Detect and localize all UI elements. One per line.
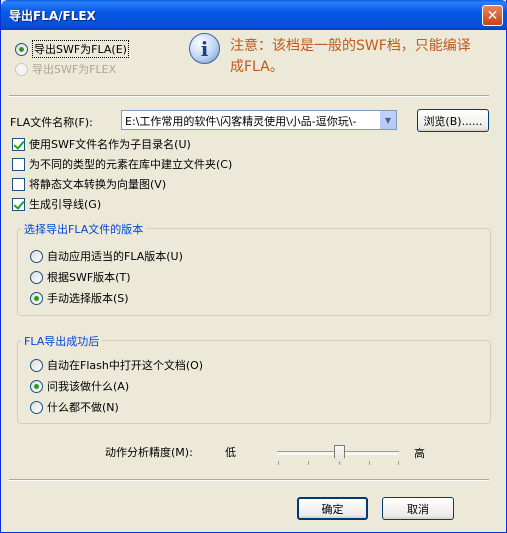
radio-version-swf-control[interactable] [30,270,43,284]
checkbox-library-folders-label: 为不同的类型的元素在库中建立文件夹(C) [29,158,233,171]
file-name-label: FLA文件名称(F): [10,116,93,129]
info-note-line2: 成FLA。 [230,59,284,75]
radio-version-swf[interactable]: 根据SWF版本(T) [30,269,131,285]
export-dialog: 导出FLA/FLEX ✕ 导出SWF为FLA(E) 导出SWF为FLEX i 注… [0,0,507,533]
radio-after-open-flash-label: 自动在Flash中打开这个文档(O) [47,359,204,372]
checkbox-guide-lines-label: 生成引导线(G) [29,198,102,211]
radio-export-flex-control [15,62,28,76]
checkbox-static-text-vector-label: 将静态文本转换为向量图(V) [29,178,167,191]
radio-export-flex-label: 导出SWF为FLEX [32,63,117,76]
cancel-button[interactable]: 取消 [382,497,454,520]
slider-tick [398,461,399,465]
slider-tick [308,461,309,465]
radio-version-auto[interactable]: 自动应用适当的FLA版本(U) [30,248,183,264]
file-name-value: E:\工作常用的软件\闪客精灵使用\小品-逗你玩\- [125,115,357,128]
combobox-dropdown-button[interactable]: ▼ [379,111,396,129]
info-note-line1: 注意：该档是一般的SWF档，只能编译 [230,38,471,54]
slider-tick [278,461,279,465]
checkbox-static-text-vector-box[interactable] [12,177,25,191]
close-icon: ✕ [486,7,499,24]
separator-bottom [9,479,489,481]
checkbox-guide-lines-box[interactable] [12,197,25,211]
info-note: 注意：该档是一般的SWF档，只能编译 成FLA。 [230,36,471,78]
browse-button-label: 浏览(B)...... [423,114,483,128]
radio-version-swf-label: 根据SWF版本(T) [47,271,131,284]
title-bar[interactable]: 导出FLA/FLEX ✕ [1,0,507,30]
separator-top [9,95,489,97]
radio-export-fla-label: 导出SWF为FLA(E) [32,40,129,58]
radio-export-flex: 导出SWF为FLEX [15,61,116,77]
info-icon: i [189,33,220,64]
radio-version-manual[interactable]: 手动选择版本(S) [30,290,129,306]
radio-after-nothing-control[interactable] [30,400,43,414]
ok-button[interactable]: 确定 [297,497,368,520]
radio-export-fla-control[interactable] [15,42,28,56]
after-export-group-title: FLA导出成功后 [21,333,103,349]
checkbox-swf-subdir[interactable]: 使用SWF文件名作为子目录名(U) [12,136,191,152]
radio-after-ask-control[interactable] [30,379,43,393]
radio-after-ask[interactable]: 问我该做什么(A) [30,378,129,394]
radio-version-auto-label: 自动应用适当的FLA版本(U) [47,250,183,263]
checkbox-library-folders[interactable]: 为不同的类型的元素在库中建立文件夹(C) [12,156,232,172]
cancel-button-label: 取消 [407,502,429,516]
browse-button[interactable]: 浏览(B)...... [417,109,489,132]
radio-after-open-flash-control[interactable] [30,358,43,372]
radio-version-manual-control[interactable] [30,291,43,305]
radio-after-ask-label: 问我该做什么(A) [47,380,130,393]
precision-high-label: 高 [414,447,425,460]
version-group-title: 选择导出FLA文件的版本 [21,221,147,237]
checkbox-guide-lines[interactable]: 生成引导线(G) [12,196,101,212]
precision-low-label: 低 [225,446,236,459]
checkbox-library-folders-box[interactable] [12,157,25,171]
precision-label: 动作分析精度(M): [105,446,193,459]
radio-after-nothing[interactable]: 什么都不做(N) [30,399,119,415]
slider-tick [369,461,370,465]
precision-slider-thumb[interactable] [334,445,345,463]
radio-version-manual-label: 手动选择版本(S) [47,292,129,305]
radio-version-auto-control[interactable] [30,249,43,263]
window-title: 导出FLA/FLEX [9,9,96,23]
checkbox-swf-subdir-box[interactable] [12,137,25,151]
checkbox-swf-subdir-label: 使用SWF文件名作为子目录名(U) [29,138,191,151]
radio-after-nothing-label: 什么都不做(N) [47,401,119,414]
ok-button-label: 确定 [321,502,344,516]
file-name-combobox[interactable]: E:\工作常用的软件\闪客精灵使用\小品-逗你玩\- ▼ [121,110,397,130]
radio-export-fla[interactable]: 导出SWF为FLA(E) [15,40,129,58]
radio-after-open-flash[interactable]: 自动在Flash中打开这个文档(O) [30,357,203,373]
checkbox-static-text-vector[interactable]: 将静态文本转换为向量图(V) [12,176,166,192]
chevron-down-icon: ▼ [384,115,392,125]
close-button[interactable]: ✕ [482,5,503,26]
